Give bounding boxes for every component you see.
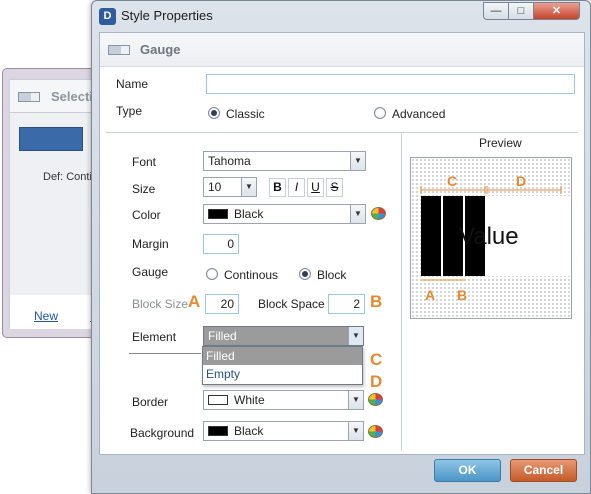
element-select[interactable]: Filled ▼ [203,326,364,346]
element-underline [129,353,201,354]
border-select[interactable]: White ▼ [203,390,364,410]
gauge-preview: Value C D A B [410,157,572,319]
color-select[interactable]: Black ▼ [203,204,366,224]
block-size-label: Block Size [132,297,189,311]
strikethrough-button[interactable]: S [326,178,343,197]
background-window: Selection Def: Contin New D [2,68,98,338]
name-input[interactable] [206,74,575,94]
background-window-header: Selection [9,79,97,113]
minimize-button[interactable]: — [483,2,509,20]
italic-button[interactable]: I [288,178,305,197]
gauge-block-radio[interactable] [299,268,311,280]
gauge-block-label: Block [317,268,347,282]
size-select-value: 10 [208,180,222,194]
annotation-b: B [370,292,383,311]
gauge-style-icon [18,92,40,102]
color-select-value: Black [234,207,264,221]
dialog-content: Gauge Name Type Classic Advanced Preview… [99,32,585,455]
block-space-input[interactable]: 2 [328,294,365,314]
color-swatch [208,209,228,219]
element-label: Element [132,330,177,344]
background-color-swatch [208,426,228,436]
cancel-button[interactable]: Cancel [510,459,577,482]
annotation-d: D [370,372,383,391]
dialog-footer: OK Cancel [99,455,585,489]
font-select-value: Tahoma [208,154,251,168]
preview-label: Preview [479,136,522,150]
chevron-down-icon[interactable]: ▼ [348,327,363,345]
font-label: Font [132,155,157,169]
preview-marker-c: C [447,173,457,189]
block-size-input[interactable]: 20 [205,294,239,314]
border-select-value: White [234,393,265,407]
ok-button[interactable]: OK [434,459,501,482]
close-button[interactable]: ✕ [533,2,580,20]
element-dropdown-list: Filled Empty [202,346,363,385]
color-label: Color [132,208,161,222]
type-advanced-label: Advanced [392,107,446,121]
size-label: Size [132,182,156,196]
type-label: Type [116,104,143,118]
annotation-c: C [370,350,383,369]
new-link[interactable]: New [34,309,58,323]
maximize-button[interactable]: □ [508,2,534,20]
preview-marker-b: B [457,287,467,303]
preview-marker-d: D [516,173,526,189]
name-label: Name [116,77,149,91]
chevron-down-icon[interactable]: ▼ [348,422,363,440]
margin-input[interactable]: 0 [203,234,239,254]
background-window-body: Def: Contin [9,113,97,295]
dropdown-option-empty[interactable]: Empty [203,365,362,383]
element-select-value: Filled [208,329,237,343]
background-window-footer: New D [9,295,97,329]
gauge-continous-radio[interactable] [206,268,218,280]
background-select[interactable]: Black ▼ [203,421,364,441]
style-sample-swatch[interactable] [19,127,83,151]
type-advanced-radio[interactable] [374,107,386,119]
type-classic-label: Classic [226,107,265,121]
chevron-down-icon[interactable]: ▼ [241,178,256,196]
section-header: Gauge [100,33,584,67]
palette-icon[interactable] [371,207,386,220]
chevron-down-icon[interactable]: ▼ [350,152,365,170]
section-title: Gauge [140,42,181,57]
border-color-swatch [208,395,228,405]
underline-button[interactable]: U [307,178,324,197]
border-label: Border [132,395,169,409]
dropdown-option-filled[interactable]: Filled [203,347,362,365]
app-icon: D [99,8,116,25]
preview-divider [401,133,402,451]
type-classic-radio[interactable] [208,107,220,119]
size-select[interactable]: 10 ▼ [203,177,257,197]
gauge-preview-graphic: Value C D A B [420,173,571,303]
annotation-a: A [188,292,201,311]
divider [106,132,578,133]
chevron-down-icon[interactable]: ▼ [348,391,363,409]
block-space-label: Block Space [258,297,325,311]
background-label: Background [130,426,195,440]
gauge-style-icon [108,45,130,55]
title-bar: D Style Properties — □ ✕ [92,1,590,31]
background-select-value: Black [234,424,264,438]
palette-icon[interactable] [368,393,383,406]
default-style-text: Def: Contin [43,171,98,183]
margin-label: Margin [132,237,169,251]
dialog-title: Style Properties [121,8,213,23]
preview-marker-a: A [425,287,435,303]
font-select[interactable]: Tahoma ▼ [203,151,366,171]
gauge-continous-label: Continous [224,268,279,282]
style-properties-dialog: D Style Properties — □ ✕ Gauge Name Type… [91,0,591,494]
preview-value-text: Value [459,223,519,250]
chevron-down-icon[interactable]: ▼ [350,205,365,223]
bold-button[interactable]: B [269,178,286,197]
palette-icon[interactable] [368,425,383,438]
gauge-label: Gauge [132,265,169,279]
